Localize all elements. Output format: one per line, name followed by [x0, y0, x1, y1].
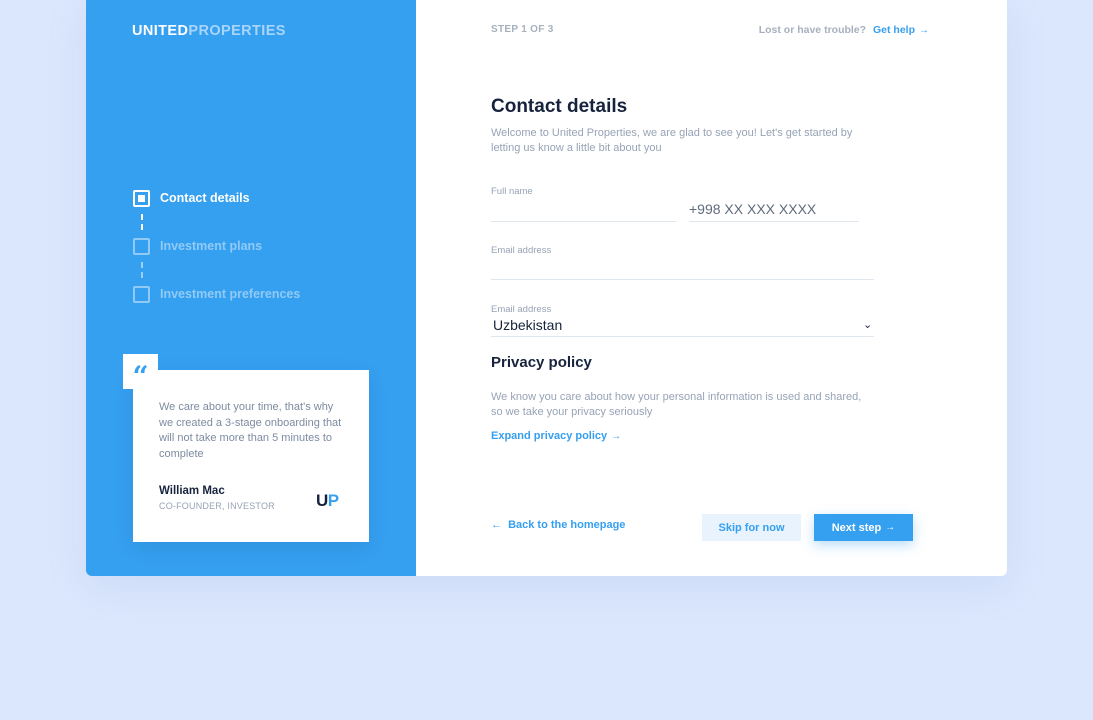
- next-step-label: Next step: [831, 521, 882, 534]
- up-logo-u: U: [316, 491, 328, 510]
- page-title: Contact details: [491, 96, 628, 117]
- step-item-investment-plans[interactable]: Investment plans: [133, 237, 300, 255]
- full-name-input[interactable]: [491, 199, 676, 219]
- arrow-left-icon: ←: [491, 519, 502, 531]
- onboarding-card: UNITEDPROPERTIES Contact details Investm…: [86, 0, 1007, 576]
- expand-privacy-link[interactable]: Expand privacy policy →: [491, 430, 621, 442]
- privacy-text: We know you care about how your personal…: [491, 391, 862, 418]
- testimonial-text: We care about your time, that's why we c…: [159, 401, 342, 460]
- arrow-right-icon: →: [885, 522, 896, 533]
- full-name-underline: [491, 221, 676, 222]
- brand-logo-part2: PROPERTIES: [188, 23, 286, 39]
- step-checkbox-icon: [133, 285, 150, 303]
- email-input[interactable]: [491, 258, 874, 278]
- arrow-right-icon: →: [919, 25, 929, 36]
- phone-input[interactable]: [689, 199, 859, 219]
- testimonial-role: CO-FOUNDER, INVESTOR: [159, 501, 275, 511]
- testimonial-card: We care about your time, that's why we c…: [133, 370, 369, 542]
- back-to-homepage-link[interactable]: ← Back to the homepage: [491, 519, 625, 531]
- step-active-checkbox-icon: [133, 189, 150, 207]
- chevron-down-icon[interactable]: ⌄: [863, 318, 872, 331]
- step-label: Investment preferences: [160, 287, 301, 301]
- phone-underline: [689, 221, 859, 222]
- step-label: Investment plans: [160, 239, 263, 253]
- brand-logo: UNITEDPROPERTIES: [132, 23, 286, 39]
- help-area: Lost or have trouble? Get help →: [759, 24, 929, 36]
- step-label: Contact details: [160, 191, 250, 205]
- full-name-label: Full name: [491, 186, 533, 197]
- expand-privacy-label: Expand privacy policy: [491, 430, 608, 442]
- step-item-contact-details[interactable]: Contact details: [133, 189, 300, 207]
- get-help-link[interactable]: Get help →: [873, 24, 929, 36]
- email-label: Email address: [491, 245, 552, 256]
- step-item-investment-preferences[interactable]: Investment preferences: [133, 285, 301, 303]
- skip-button[interactable]: Skip for now: [702, 514, 801, 541]
- quote-icon: “: [123, 354, 158, 390]
- country-select[interactable]: Uzbekistan: [493, 317, 562, 333]
- up-logo: UP: [316, 491, 339, 511]
- help-text: Lost or have trouble?: [758, 24, 867, 36]
- email-underline: [491, 279, 874, 280]
- brand-logo-part1: UNITED: [132, 23, 189, 39]
- back-label: Back to the homepage: [508, 519, 626, 531]
- step-connector: [141, 214, 143, 230]
- country-underline: [491, 336, 874, 337]
- sidebar: UNITEDPROPERTIES Contact details Investm…: [86, 0, 416, 576]
- step-list: Contact details Investment plans Investm…: [133, 189, 301, 303]
- next-step-button[interactable]: Next step →: [814, 514, 913, 541]
- privacy-title: Privacy policy: [491, 354, 592, 371]
- step-connector: [141, 262, 143, 278]
- main-panel: STEP 1 OF 3 Lost or have trouble? Get he…: [416, 0, 1007, 576]
- step-checkbox-icon: [133, 237, 150, 255]
- arrow-right-icon: →: [611, 431, 622, 442]
- get-help-label: Get help: [872, 24, 915, 36]
- country-label: Email address: [491, 304, 552, 315]
- testimonial-author: William Mac: [159, 485, 225, 497]
- intro-text: Welcome to United Properties, we are gla…: [491, 127, 853, 154]
- up-logo-p: P: [327, 491, 339, 510]
- step-indicator: STEP 1 OF 3: [491, 24, 554, 35]
